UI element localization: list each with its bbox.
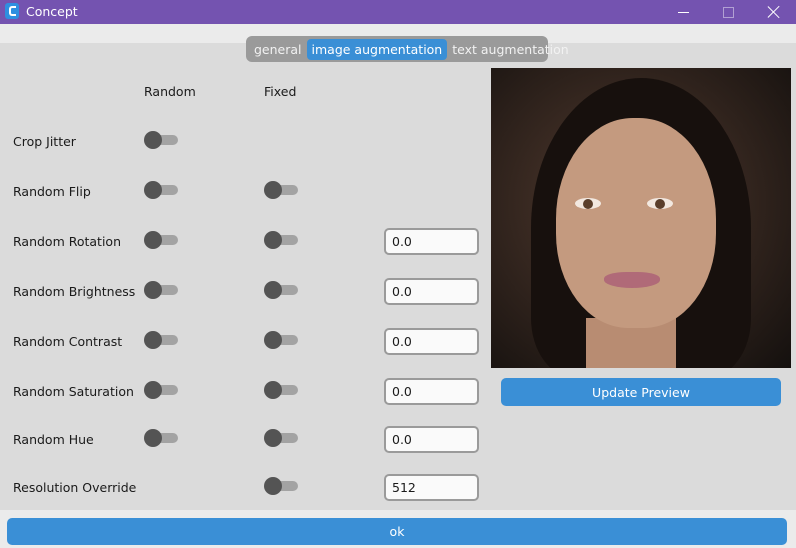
random-brightness-input[interactable] — [384, 278, 479, 305]
update-preview-button[interactable]: Update Preview — [501, 378, 781, 406]
random-hue-input[interactable] — [384, 426, 479, 453]
random-brightness-label: Random Brightness — [13, 284, 136, 299]
left-eye-shape — [575, 198, 601, 209]
ok-button[interactable]: ok — [7, 518, 787, 545]
tab-text-augmentation[interactable]: text augmentation — [447, 39, 573, 60]
random-brightness-random-toggle[interactable] — [144, 281, 178, 299]
random-contrast-random-toggle[interactable] — [144, 331, 178, 349]
maximize-button[interactable] — [706, 0, 751, 24]
random-saturation-random-toggle[interactable] — [144, 381, 178, 399]
random-flip-random-toggle[interactable] — [144, 181, 178, 199]
fixed-column-header: Fixed — [264, 84, 297, 99]
random-rotation-random-toggle[interactable] — [144, 231, 178, 249]
face-shape — [556, 118, 716, 328]
resolution-override-label: Resolution Override — [13, 480, 137, 495]
random-flip-fixed-toggle[interactable] — [264, 181, 298, 199]
right-eye-shape — [647, 198, 673, 209]
random-contrast-fixed-toggle[interactable] — [264, 331, 298, 349]
random-contrast-label: Random Contrast — [13, 334, 123, 349]
maximize-icon — [723, 6, 734, 18]
crop-jitter-label: Crop Jitter — [13, 134, 76, 149]
crop-jitter-random-toggle[interactable] — [144, 131, 178, 149]
lips-shape — [604, 272, 660, 288]
tab-general[interactable]: general — [249, 39, 307, 60]
random-brightness-fixed-toggle[interactable] — [264, 281, 298, 299]
random-hue-fixed-toggle[interactable] — [264, 429, 298, 447]
random-contrast-input[interactable] — [384, 328, 479, 355]
random-rotation-input[interactable] — [384, 228, 479, 255]
random-rotation-label: Random Rotation — [13, 234, 122, 249]
minimize-icon — [678, 11, 689, 13]
window-title: Concept — [26, 4, 78, 19]
resolution-override-input[interactable] — [384, 474, 479, 501]
random-column-header: Random — [144, 84, 196, 99]
close-button[interactable] — [751, 0, 796, 24]
preview-image — [491, 68, 791, 368]
tab-bar: general image augmentation text augmenta… — [246, 36, 569, 62]
minimize-button[interactable] — [661, 0, 706, 24]
close-icon — [767, 5, 781, 19]
resolution-override-fixed-toggle[interactable] — [264, 477, 298, 495]
random-hue-label: Random Hue — [13, 432, 94, 447]
random-saturation-input[interactable] — [384, 378, 479, 405]
random-hue-random-toggle[interactable] — [144, 429, 178, 447]
random-rotation-fixed-toggle[interactable] — [264, 231, 298, 249]
title-bar: Concept — [0, 0, 796, 24]
app-icon — [5, 3, 19, 19]
random-flip-label: Random Flip — [13, 184, 91, 199]
tab-image-augmentation[interactable]: image augmentation — [306, 38, 448, 60]
random-saturation-label: Random Saturation — [13, 384, 134, 399]
random-saturation-fixed-toggle[interactable] — [264, 381, 298, 399]
